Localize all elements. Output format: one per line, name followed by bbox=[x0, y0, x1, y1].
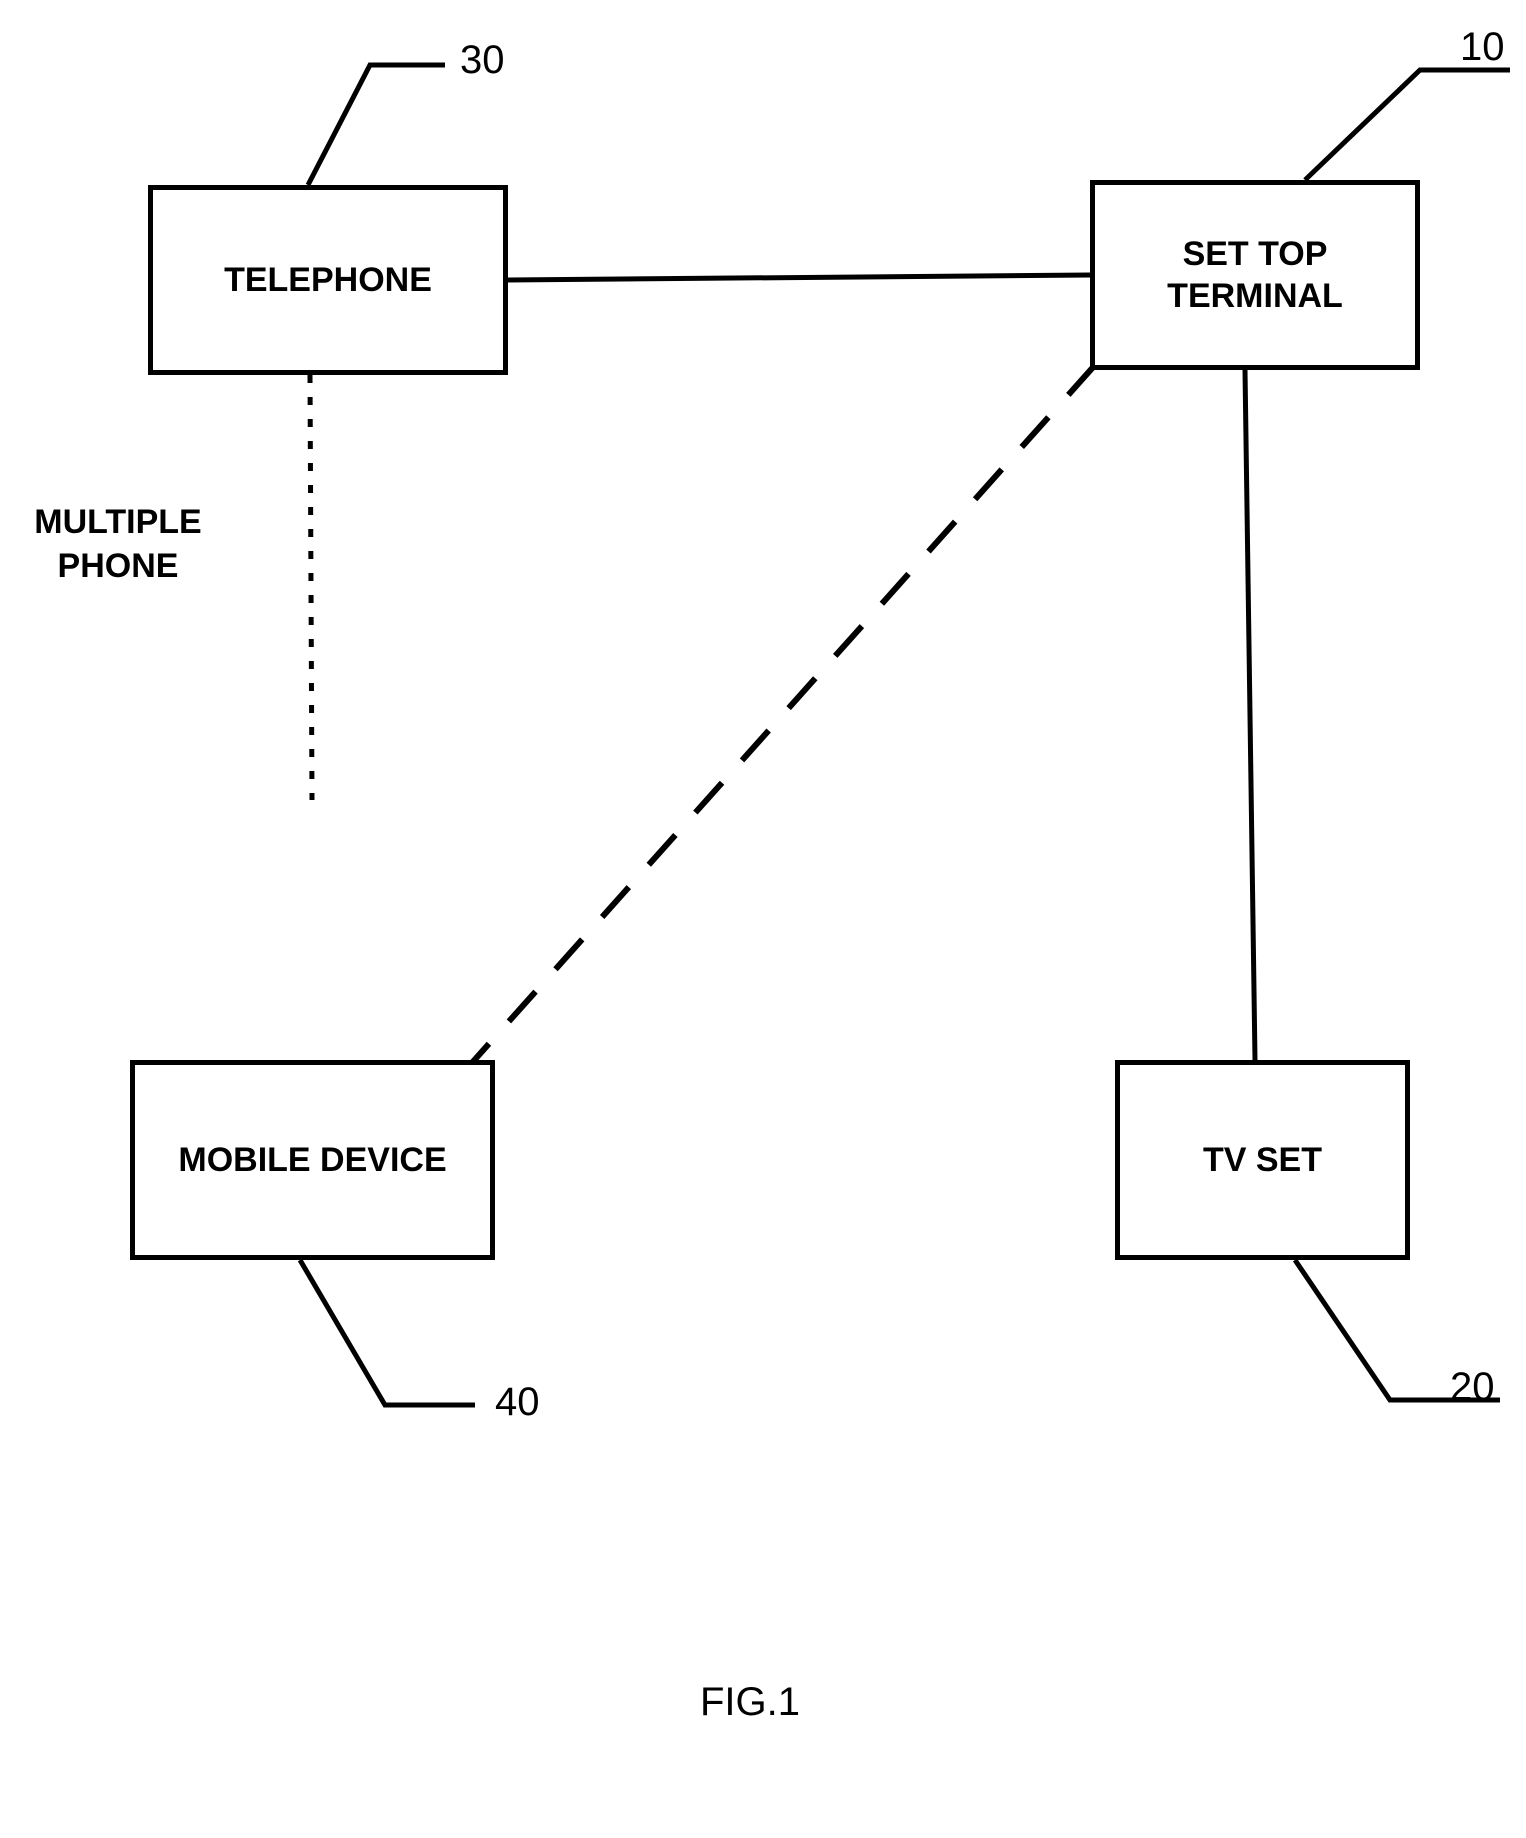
box-telephone: TELEPHONE bbox=[148, 185, 508, 375]
box-settop-label: SET TOP TERMINAL bbox=[1167, 233, 1343, 318]
diagram-canvas: 30 10 40 20 TELEPHONE SET TOP TERMINAL M… bbox=[0, 0, 1526, 1838]
box-tvset: TV SET bbox=[1115, 1060, 1410, 1260]
box-tvset-label: TV SET bbox=[1203, 1139, 1322, 1182]
box-settop: SET TOP TERMINAL bbox=[1090, 180, 1420, 370]
label-multiple-phone: MULTIPLE PHONE bbox=[18, 500, 218, 588]
box-telephone-label: TELEPHONE bbox=[224, 259, 432, 302]
box-mobile: MOBILE DEVICE bbox=[130, 1060, 495, 1260]
figure-label: FIG.1 bbox=[700, 1680, 800, 1725]
ref-label-10: 10 bbox=[1460, 25, 1505, 70]
ref-label-30: 30 bbox=[460, 38, 505, 83]
ref-label-20: 20 bbox=[1450, 1365, 1495, 1410]
box-mobile-label: MOBILE DEVICE bbox=[178, 1139, 446, 1182]
ref-label-40: 40 bbox=[495, 1380, 540, 1425]
